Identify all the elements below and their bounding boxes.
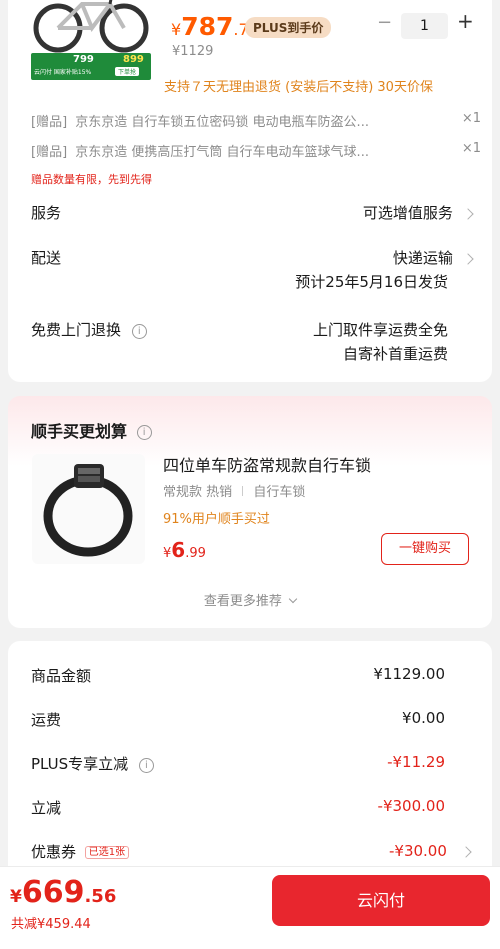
addon-title: 顺手买更划算 i (31, 418, 152, 442)
thumbnail-promo-banner: 799 899 云闪付 国家补贴15% 下单抢 (31, 53, 151, 80)
gift-qty: ×1 (461, 111, 481, 126)
info-icon[interactable]: i (131, 324, 147, 339)
service-value: 可选增值服务 (362, 204, 453, 222)
total-price: ¥669.56 (10, 875, 117, 910)
quantity-decrease-button[interactable]: − (377, 12, 392, 33)
info-icon[interactable]: i (136, 425, 152, 440)
thumbnail-button: 下单抢 (115, 67, 140, 76)
summary-value: -¥30.00 (389, 842, 447, 860)
gift-item[interactable]: [赠品] 京东京造 便携高压打气筒 自行车电动车篮球气球... ×1 (31, 141, 481, 161)
free-return-label: 免费上门退换 i (31, 319, 147, 340)
delivery-label: 配送 (31, 249, 62, 267)
gift-qty: ×1 (461, 141, 481, 156)
gift-notice: 赠品数量有限，先到先得 (31, 173, 152, 186)
thumbnail-price-b: 899 (123, 54, 144, 65)
thumbnail-price-a: 799 (73, 54, 94, 65)
chevron-right-icon (460, 846, 472, 858)
gift-name: 京东京造 自行车锁五位密码锁 电动电瓶车防盗公... (75, 115, 369, 130)
summary-label: 运费 (31, 711, 62, 729)
delivery-value: 快递运输 (392, 249, 453, 267)
pay-button[interactable]: 云闪付 (272, 875, 490, 926)
product-card: 799 899 云闪付 国家补贴15% 下单抢 ¥787.71 PLUS到手价 … (8, 0, 492, 382)
summary-label: 立减 (31, 799, 62, 817)
delivery-row[interactable]: 快递运输 (392, 247, 474, 268)
one-click-buy-button[interactable]: 一键购买 (381, 533, 469, 565)
summary-label: 商品金额 (31, 667, 92, 685)
addon-product-name[interactable]: 四位单车防盗常规款自行车锁 (163, 452, 371, 476)
view-more-recommendations[interactable]: 查看更多推荐 (8, 590, 492, 609)
free-return-line2: 自寄补首重运费 (342, 345, 448, 363)
addon-tag: 常规款 热销 (163, 485, 233, 500)
tag-divider (242, 486, 244, 496)
service-row[interactable]: 可选增值服务 (362, 202, 474, 223)
gift-tag: [赠品] (31, 145, 68, 160)
return-policy: 支持７天无理由退货 (安装后不支持) 30天价保 (164, 80, 433, 95)
summary-label-plus: PLUS专享立减 i (31, 753, 154, 774)
addon-price: ¥6.99 (163, 538, 206, 562)
coupon-label: 优惠券 已选1张 (31, 841, 130, 862)
product-thumbnail[interactable]: 799 899 云闪付 国家补贴15% 下单抢 (30, 0, 152, 80)
quantity-increase-button[interactable]: + (457, 9, 474, 33)
original-price: ¥1129 (172, 44, 214, 59)
addon-buy-rate: 91%用户顺手买过 (163, 512, 270, 527)
bicycle-image (33, 0, 149, 53)
order-summary-card: 商品金额 ¥1129.00 运费 ¥0.00 PLUS专享立减 i -¥11.2… (8, 641, 492, 881)
chevron-down-icon (288, 594, 298, 604)
addon-card: 顺手买更划算 i 四位单车防盗常规款自行车锁 常规款 热销 自行车锁 91%用户… (8, 396, 492, 628)
coupon-badge: 已选1张 (84, 846, 130, 859)
coupon-row[interactable]: -¥30.00 (389, 841, 472, 860)
plus-price-badge: PLUS到手价 (245, 17, 332, 38)
gift-item[interactable]: [赠品] 京东京造 自行车锁五位密码锁 电动电瓶车防盗公... ×1 (31, 111, 481, 131)
checkout-footer: ¥669.56 共减¥459.44 云闪付 (0, 866, 500, 949)
chevron-right-icon (462, 253, 474, 265)
free-return-line1: 上门取件享运费全免 (312, 321, 448, 339)
summary-value: ¥1129.00 (373, 665, 445, 683)
total-saved: 共减¥459.44 (11, 917, 91, 932)
quantity-input[interactable]: 1 (401, 13, 448, 39)
chevron-right-icon (462, 208, 474, 220)
info-icon[interactable]: i (138, 758, 154, 773)
addon-product-image[interactable] (32, 454, 145, 564)
summary-value: -¥300.00 (377, 797, 445, 815)
bike-lock-image (43, 464, 133, 557)
gift-tag: [赠品] (31, 115, 68, 130)
delivery-eta: 预计25年5月16日发货 (295, 273, 448, 291)
thumbnail-caption: 云闪付 国家补贴15% (34, 69, 92, 76)
summary-value: ¥0.00 (402, 709, 445, 727)
gift-name: 京东京造 便携高压打气筒 自行车电动车篮球气球... (75, 145, 369, 160)
service-label: 服务 (31, 204, 62, 222)
addon-tag: 自行车锁 (253, 485, 306, 500)
summary-value: -¥11.29 (387, 753, 445, 771)
addon-tags: 常规款 热销 自行车锁 (163, 481, 305, 500)
